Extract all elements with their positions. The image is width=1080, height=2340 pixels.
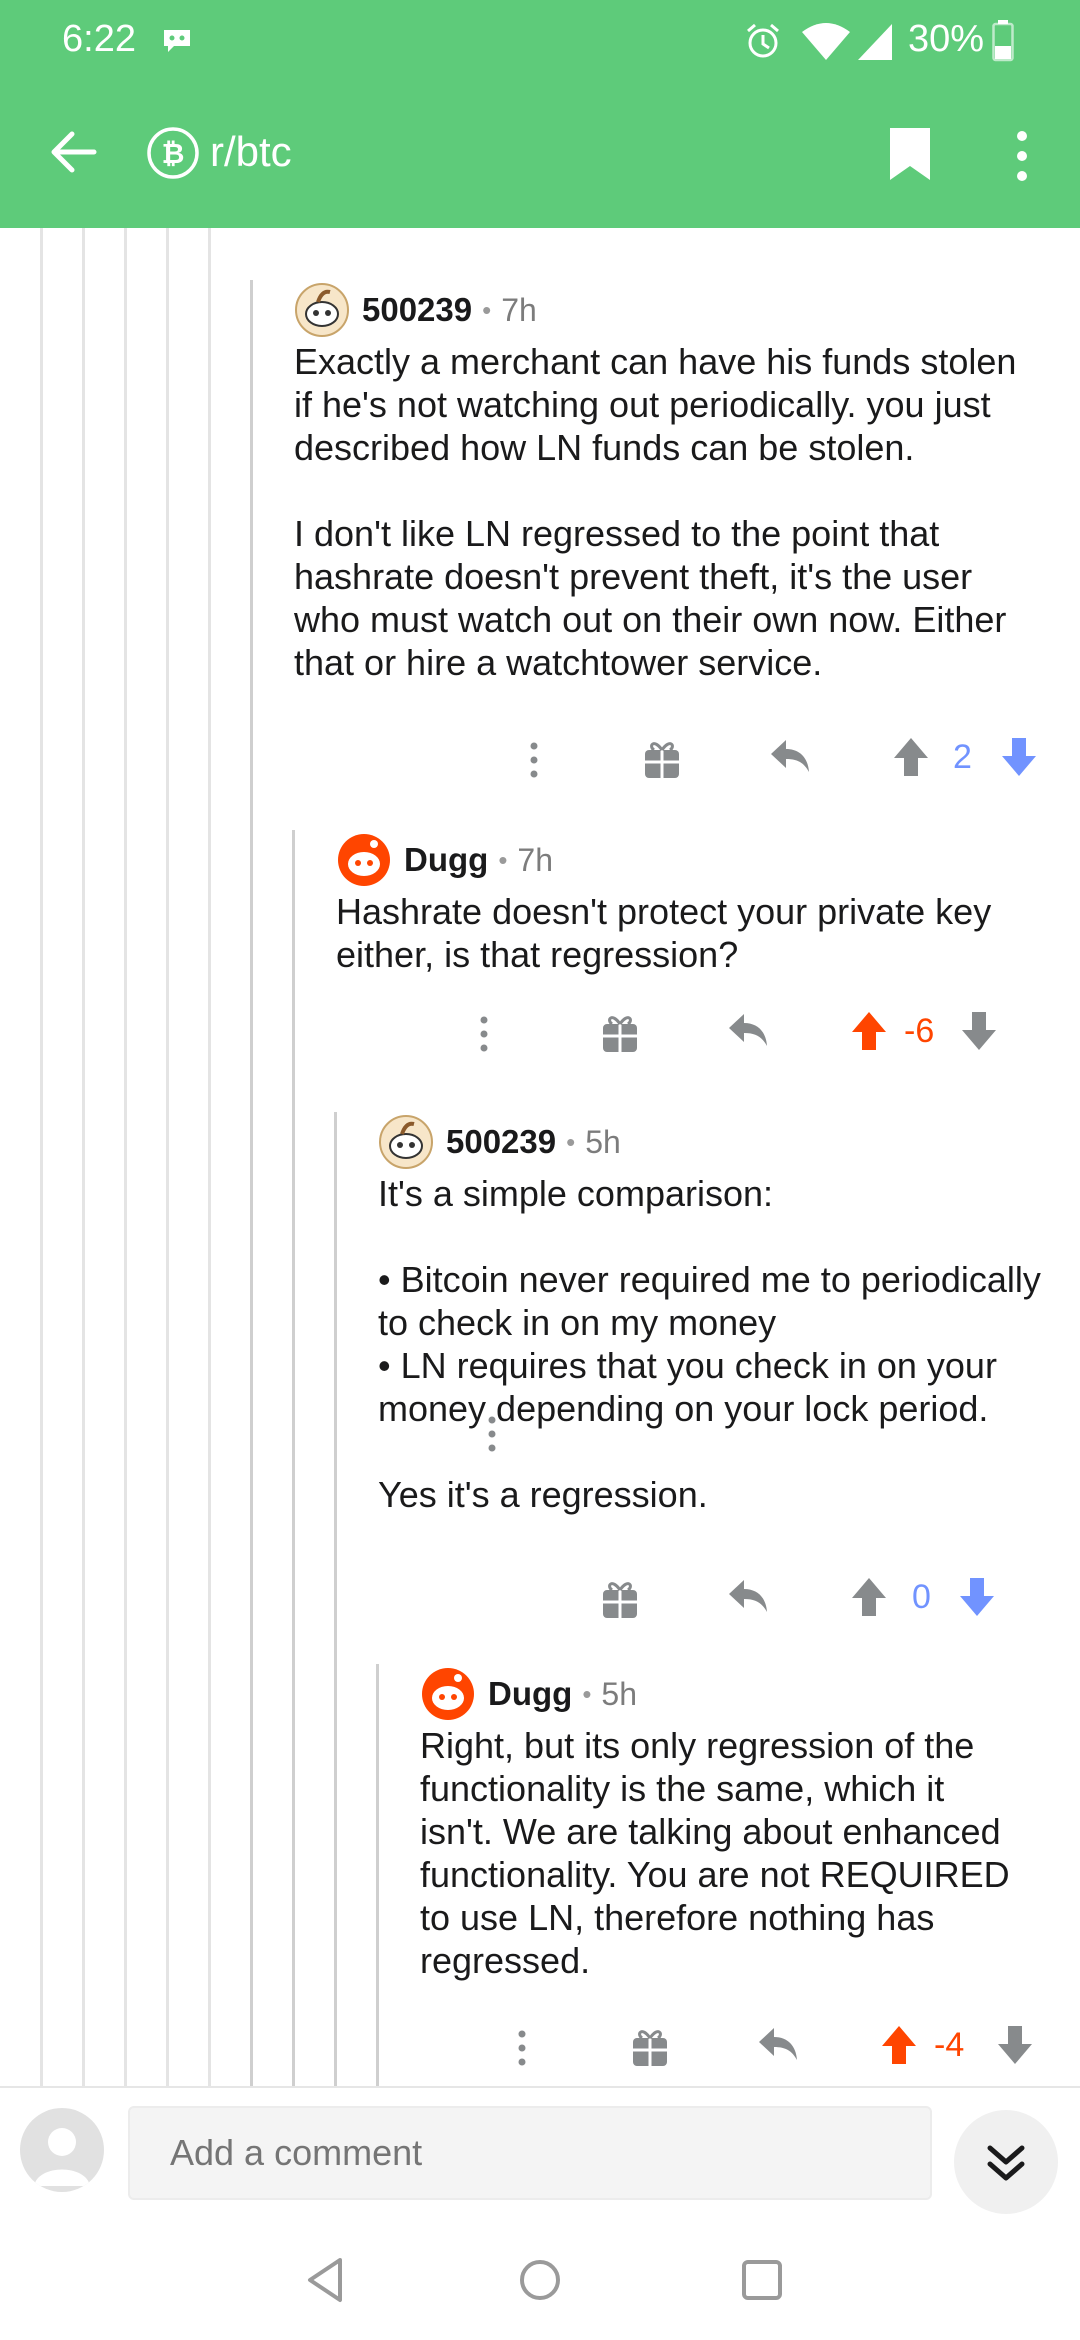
vote-score: 0 bbox=[912, 1578, 931, 1616]
more-options-icon[interactable] bbox=[480, 1410, 504, 1458]
more-options-icon[interactable] bbox=[472, 1010, 496, 1058]
comment-composer bbox=[0, 2086, 1080, 2220]
comment-header: 500239 • 7h bbox=[294, 280, 537, 340]
reply-icon[interactable] bbox=[726, 1010, 770, 1050]
reply-icon[interactable] bbox=[756, 2024, 800, 2064]
meta-separator: • bbox=[566, 1126, 576, 1157]
more-vertical-icon[interactable] bbox=[1006, 128, 1038, 184]
meta-separator: • bbox=[498, 844, 508, 875]
vote-score: -6 bbox=[904, 1012, 935, 1050]
upvote-icon[interactable] bbox=[880, 2024, 918, 2066]
avatar[interactable] bbox=[336, 832, 392, 888]
system-nav-bar bbox=[0, 2220, 1080, 2340]
upvote-icon[interactable] bbox=[892, 736, 930, 778]
comment-actions: -6 bbox=[292, 1010, 1080, 1070]
add-comment-input[interactable] bbox=[128, 2106, 932, 2200]
vote-score: -4 bbox=[934, 2026, 965, 2064]
notification-icon bbox=[164, 30, 190, 52]
award-icon[interactable] bbox=[600, 1010, 640, 1054]
avatar[interactable] bbox=[420, 1666, 476, 1722]
upvote-icon[interactable] bbox=[850, 1576, 888, 1618]
more-options-icon[interactable] bbox=[522, 736, 546, 784]
reply-icon[interactable] bbox=[726, 1576, 770, 1616]
thread-line bbox=[250, 280, 253, 2086]
meta-separator: • bbox=[482, 294, 492, 325]
bookmark-icon[interactable] bbox=[886, 126, 934, 182]
svg-text:₿: ₿ bbox=[162, 137, 185, 170]
downvote-icon[interactable] bbox=[960, 1010, 998, 1052]
battery-percent: 30% bbox=[908, 18, 985, 60]
comment-actions bbox=[334, 1410, 1080, 1470]
vote-score: 2 bbox=[953, 738, 972, 776]
subreddit-name[interactable]: r/btc bbox=[210, 128, 292, 176]
comment-author[interactable]: Dugg bbox=[488, 1675, 572, 1713]
user-avatar[interactable] bbox=[20, 2108, 104, 2192]
jump-down-button[interactable] bbox=[954, 2110, 1058, 2214]
bitcoin-subreddit-icon[interactable]: ₿ bbox=[146, 126, 200, 180]
comment-age: 7h bbox=[517, 841, 554, 878]
wifi-icon bbox=[802, 23, 850, 60]
comment-body: Hashrate doesn't protect your private ke… bbox=[336, 891, 992, 975]
comment-body: Exactly a merchant can have his funds st… bbox=[294, 341, 1017, 683]
comment-actions: 0 bbox=[334, 1576, 1080, 1636]
thread-line bbox=[82, 228, 85, 2088]
comment-header: Dugg • 7h bbox=[336, 830, 553, 890]
thread-line bbox=[124, 228, 127, 2088]
comment-actions: -4 bbox=[376, 2024, 1080, 2084]
thread-line bbox=[208, 228, 211, 2088]
comment-author[interactable]: Dugg bbox=[404, 841, 488, 879]
cell-signal-icon bbox=[858, 24, 892, 60]
comment-header: Dugg • 5h bbox=[420, 1664, 637, 1724]
user-silhouette-icon bbox=[34, 2128, 90, 2186]
reply-icon[interactable] bbox=[768, 736, 812, 776]
comment-actions: 2 bbox=[250, 736, 1080, 796]
double-chevron-down-icon bbox=[987, 2145, 1025, 2181]
comment-author[interactable]: 500239 bbox=[446, 1123, 556, 1161]
more-options-icon[interactable] bbox=[510, 2024, 534, 2072]
downvote-icon[interactable] bbox=[1000, 736, 1038, 778]
status-bar: 6:22 30% bbox=[0, 0, 1080, 84]
award-icon[interactable] bbox=[630, 2024, 670, 2068]
avatar[interactable] bbox=[378, 1114, 434, 1170]
award-icon[interactable] bbox=[600, 1576, 640, 1620]
comment-header: 500239 • 5h bbox=[378, 1112, 621, 1172]
comment-age: 7h bbox=[501, 291, 537, 328]
downvote-icon[interactable] bbox=[958, 1576, 996, 1618]
top-bar: 6:22 30% ₿ r/btc bbox=[0, 0, 1080, 228]
alarm-icon bbox=[747, 23, 779, 58]
thread-line bbox=[376, 1664, 379, 2086]
downvote-icon[interactable] bbox=[996, 2024, 1034, 2066]
meta-separator: • bbox=[582, 1678, 592, 1709]
status-time: 6:22 bbox=[62, 18, 136, 60]
avatar[interactable] bbox=[294, 282, 350, 338]
thread-line bbox=[40, 228, 43, 2088]
thread-line bbox=[166, 228, 169, 2088]
nav-back-icon[interactable] bbox=[296, 2250, 356, 2310]
nav-home-icon[interactable] bbox=[510, 2250, 570, 2310]
award-icon[interactable] bbox=[642, 736, 682, 780]
upvote-icon[interactable] bbox=[850, 1010, 888, 1052]
nav-recents-icon[interactable] bbox=[732, 2250, 792, 2310]
comment-body: Right, but its only regression of the fu… bbox=[420, 1725, 1010, 1981]
back-arrow-icon[interactable] bbox=[46, 124, 102, 180]
comment-author[interactable]: 500239 bbox=[362, 291, 472, 329]
comment-age: 5h bbox=[585, 1123, 621, 1160]
comment: Dugg • 5h Right, but its only regression… bbox=[376, 1664, 1080, 2086]
app-bar: ₿ r/btc bbox=[0, 84, 1080, 228]
battery-icon bbox=[992, 20, 1014, 62]
comment-age: 5h bbox=[601, 1675, 638, 1712]
